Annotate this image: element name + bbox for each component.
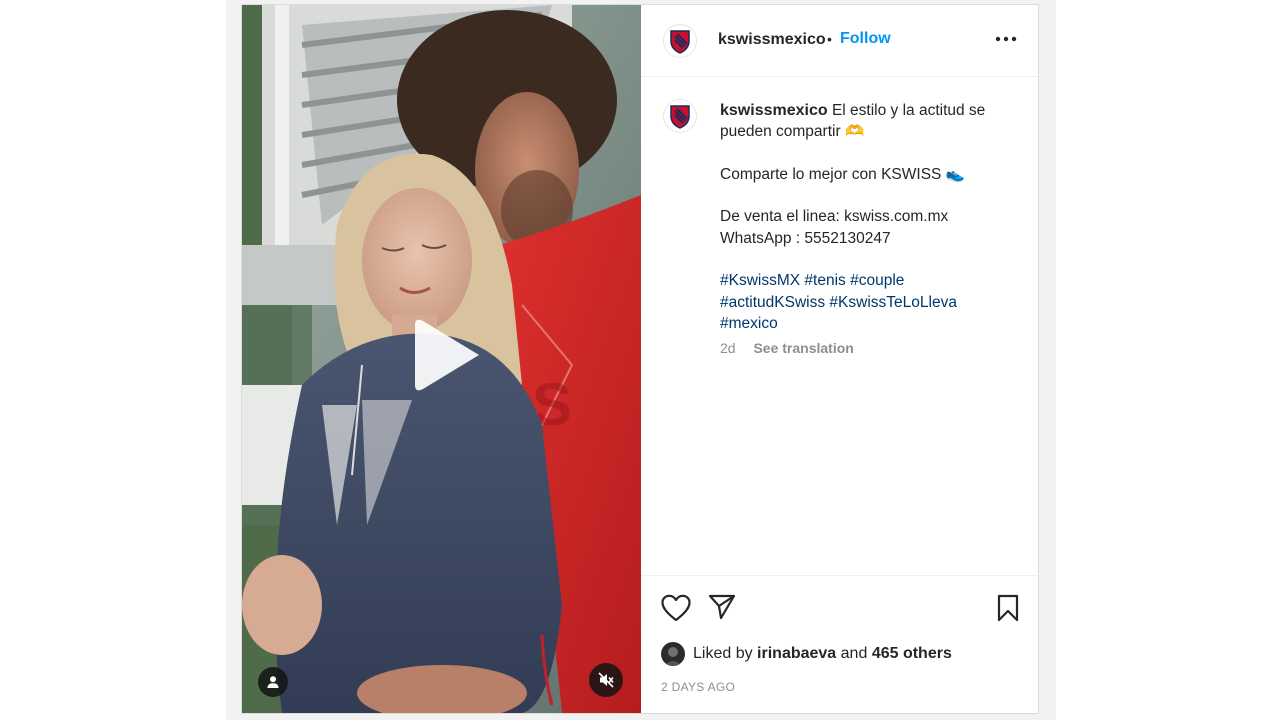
caption-line-3: De venta el linea: kswiss.com.mx [720, 208, 949, 226]
send-icon [708, 594, 736, 620]
user-tag-icon [267, 676, 279, 688]
share-button[interactable] [708, 594, 736, 625]
see-translation-link[interactable]: See translation [753, 340, 853, 356]
others-count-link[interactable]: 465 others [872, 645, 952, 662]
heart-icon [661, 594, 691, 622]
hashtag-link[interactable]: #KswissMX [720, 272, 800, 289]
hashtag-link[interactable]: #actitudKSwiss [720, 294, 825, 311]
post-age[interactable]: 2d [720, 340, 736, 356]
likes-text: Liked by irinabaeva and 465 others [693, 645, 952, 663]
play-button[interactable] [407, 315, 487, 395]
caption-username[interactable]: kswissmexico [720, 102, 828, 119]
hashtags: #KswissMX #tenis #couple #actitudKSwiss … [720, 270, 1010, 334]
caption-author-avatar[interactable] [663, 99, 697, 133]
heart-hands-emoji: 🫶 [844, 123, 865, 141]
mute-toggle-button[interactable] [589, 663, 623, 697]
liker-photo-icon [661, 642, 685, 666]
more-options-button[interactable] [993, 27, 1019, 51]
save-button[interactable] [996, 594, 1020, 627]
author-username[interactable]: kswissmexico [718, 31, 826, 49]
author-avatar[interactable] [663, 24, 697, 58]
bookmark-icon [997, 594, 1019, 622]
more-options-icon [995, 36, 1017, 42]
post-header: kswissmexico • Follow [641, 5, 1038, 77]
kswiss-shield-logo-icon [670, 105, 690, 129]
liker-avatar[interactable] [661, 642, 685, 666]
tagged-users-button[interactable] [258, 667, 288, 697]
separator-dot: • [827, 31, 832, 47]
hashtag-link[interactable]: #mexico [720, 315, 778, 332]
liker-username[interactable]: irinabaeva [757, 645, 836, 662]
post-info-panel: kswissmexico • Follow kswissmexico El es… [641, 5, 1038, 713]
instagram-post: S kswissmexico • Follow kswissmexico El … [241, 4, 1039, 714]
caption-line-2: Comparte lo mejor con KSWISS [720, 165, 942, 183]
and-label: and [840, 645, 868, 662]
like-button[interactable] [661, 594, 691, 627]
post-video[interactable]: S [242, 5, 641, 713]
sneaker-emoji: 👟 [945, 165, 966, 183]
hashtag-link[interactable]: #couple [850, 272, 904, 289]
post-actions: Liked by irinabaeva and 465 others 2 DAY… [641, 575, 1038, 713]
play-icon [415, 319, 479, 391]
likes-summary: Liked by irinabaeva and 465 others [661, 642, 952, 666]
follow-button[interactable]: Follow [840, 30, 891, 48]
caption-line-4: WhatsApp : 5552130247 [720, 229, 891, 247]
kswiss-shield-logo-icon [670, 30, 690, 54]
post-caption: kswissmexico El estilo y la actitud se p… [720, 100, 1010, 334]
post-timestamp[interactable]: 2 DAYS AGO [661, 680, 735, 694]
liked-by-label: Liked by [693, 645, 753, 662]
muted-speaker-icon [598, 672, 614, 688]
hashtag-link[interactable]: #KswissTeLoLleva [829, 294, 957, 311]
caption-meta: 2d See translation [720, 340, 854, 356]
hashtag-link[interactable]: #tenis [804, 272, 845, 289]
